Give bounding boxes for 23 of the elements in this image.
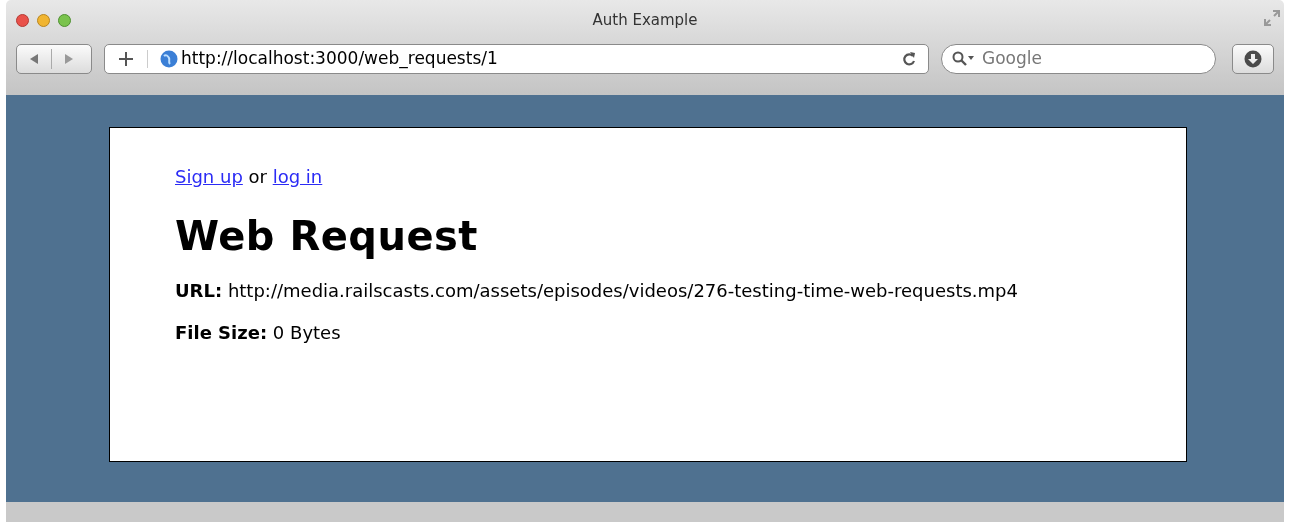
back-icon[interactable] bbox=[29, 53, 39, 65]
link[interactable]: Sign up bbox=[175, 166, 243, 187]
window-title: Auth Example bbox=[592, 10, 698, 31]
back-forward-control[interactable] bbox=[16, 44, 92, 74]
address-text: http://localhost:3000/web_requests/1 bbox=[181, 47, 498, 71]
minimize-button[interactable] bbox=[37, 13, 50, 27]
search-placeholder: Google bbox=[982, 47, 1042, 71]
plus-icon[interactable] bbox=[119, 52, 133, 66]
link[interactable]: log in bbox=[272, 166, 323, 187]
download-icon bbox=[1244, 50, 1262, 68]
zoom-button[interactable] bbox=[58, 13, 71, 27]
forward-icon[interactable] bbox=[64, 53, 74, 65]
auth-links-text: Sign up or log in bbox=[175, 165, 324, 189]
field-text: File Size: 0 Bytes bbox=[175, 322, 342, 344]
downloads-button[interactable] bbox=[1232, 44, 1274, 74]
address-bar[interactable]: http://localhost:3000/web_requests/1 bbox=[104, 44, 929, 74]
close-button[interactable] bbox=[16, 13, 29, 27]
page-heading: Web Request bbox=[175, 212, 479, 260]
fullscreen-icon[interactable] bbox=[1264, 10, 1280, 26]
search-icon bbox=[952, 51, 976, 67]
reload-icon[interactable] bbox=[902, 51, 916, 67]
field-text: URL: http://media.railscasts.com/assets/episodes/videos/276-testing-time-web-requests.mp4 bbox=[175, 280, 1019, 302]
search-field[interactable]: Google bbox=[941, 44, 1216, 74]
